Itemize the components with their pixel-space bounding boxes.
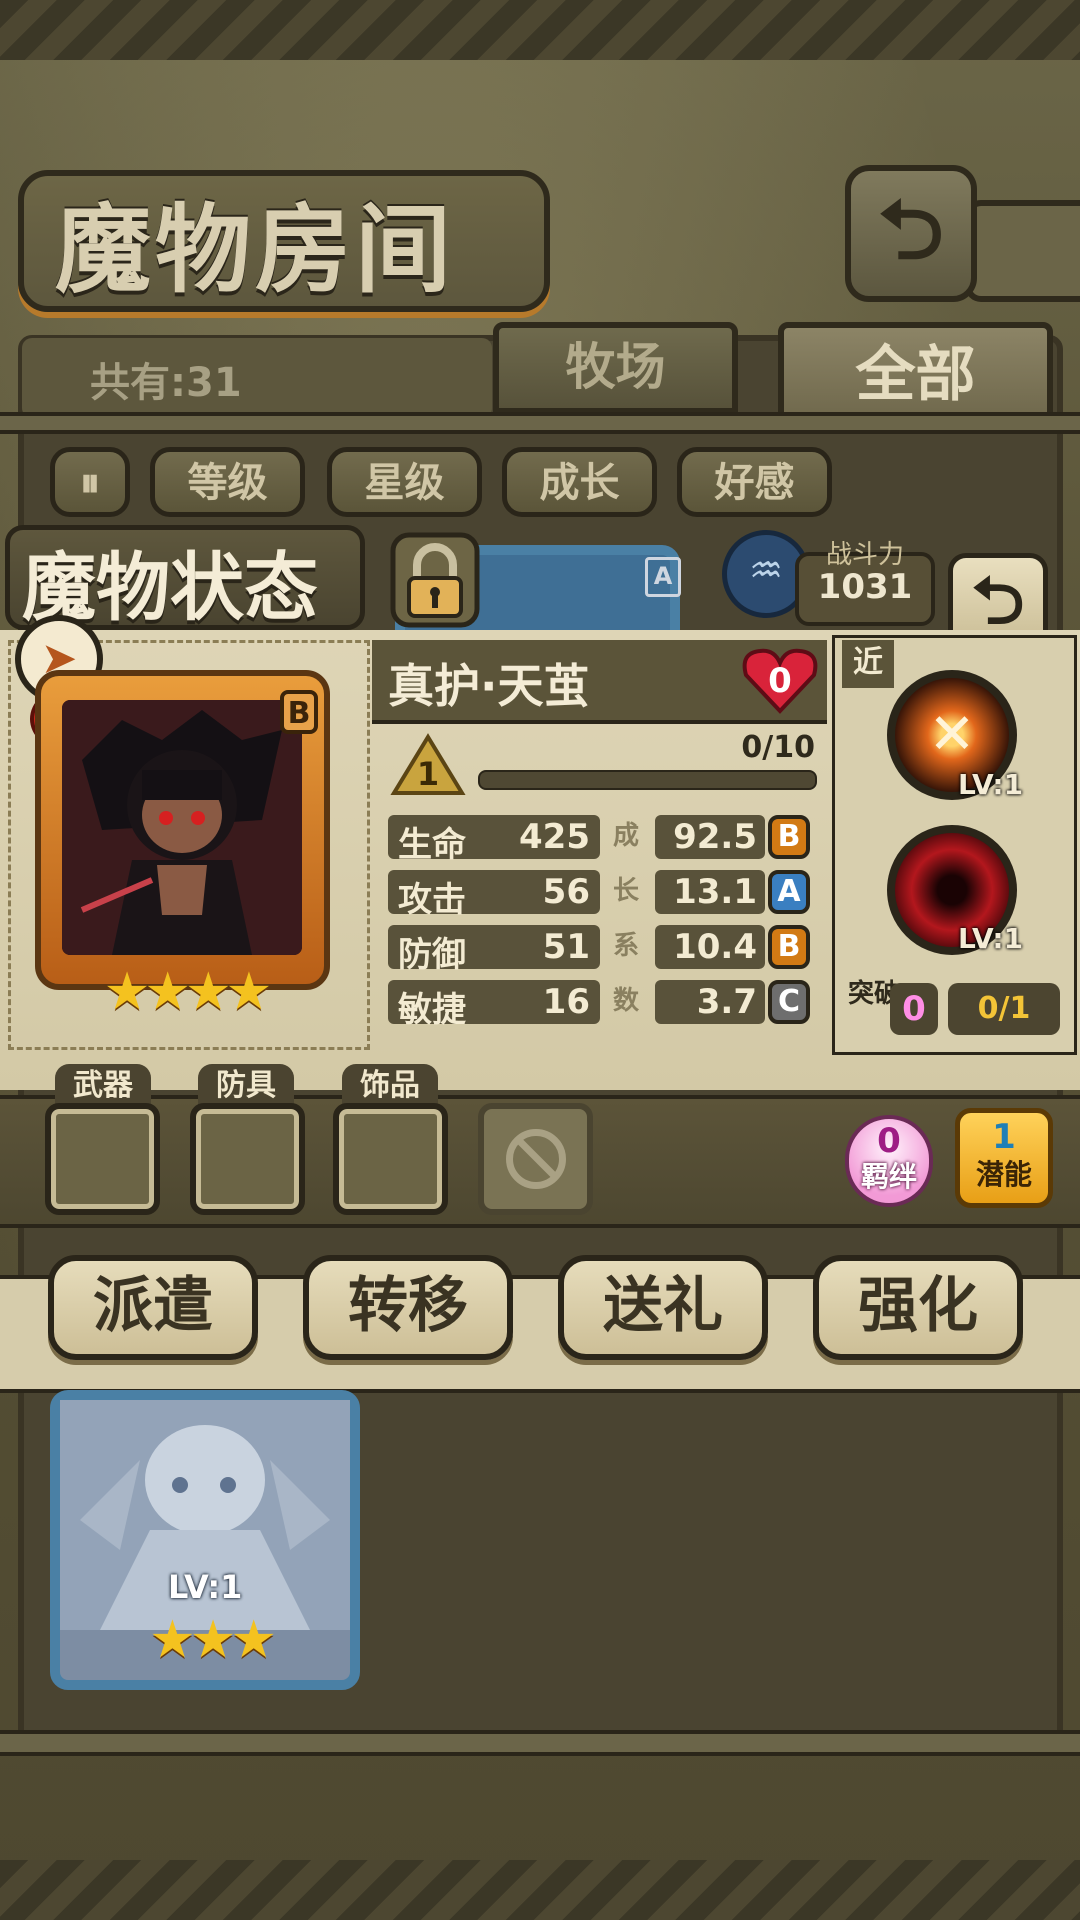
stat-label: 防御 [398,935,466,975]
weapon-slot-label: 武器 [55,1064,151,1108]
combat-power-box: 战斗力 1031 [795,540,935,626]
stat-label: 攻击 [398,880,466,920]
dispatch-button[interactable]: 派遣 [48,1255,258,1360]
transfer-button[interactable]: 转移 [303,1255,513,1360]
return-arrow-icon: ⮌ [971,562,1025,639]
sort-growth-button[interactable]: 成长 [502,447,657,517]
sort-order-button[interactable]: ⏸ [50,447,130,517]
top-border [0,0,1080,60]
growth-grade-badge: B [768,925,810,969]
board-bottom-rail [0,1730,1080,1756]
breakthrough-progress: 0/1 [948,983,1060,1035]
growth-value: 13.1 [655,870,765,914]
stat-value: 51 [542,927,590,967]
level-badge: 1 [390,733,466,795]
range-tag: 近 [842,640,894,688]
combat-power-value: 1031 [817,567,913,607]
star-icon: ★ [189,1610,237,1670]
potential-button[interactable]: 1 潜能 [955,1108,1053,1208]
forbidden-icon [506,1129,566,1189]
star-icon: ★ [144,962,191,1022]
bond-button[interactable]: 0 羁绊 [845,1115,933,1207]
potential-label: 潜能 [975,1158,1032,1191]
sort-star-button[interactable]: 星级 [327,447,482,517]
stat-row: 敏捷 16 [388,980,600,1030]
page-title: 魔物房间 [55,194,455,306]
star-icon: ★ [225,962,273,1022]
list-card-stars: ★★★ [140,1610,280,1670]
list-card-level: LV:1 [168,1568,243,1606]
growth-value: 3.7 [655,980,765,1024]
star-icon: ★ [149,1610,196,1670]
level-value: 1 [417,755,439,793]
return-arrow-icon: ⮌ [878,183,944,278]
growth-grade-badge: B [768,815,810,859]
stat-row: 生命 425 [388,815,600,865]
stat-value: 56 [542,872,590,912]
star-icon: ★ [185,962,232,1022]
tab-divider [0,412,1080,434]
locked-slot [478,1103,593,1215]
monster-name: 真护·天茧 [388,659,590,713]
stat-row: 防御 51 [388,925,600,975]
growth-grade-badge: A [768,870,810,914]
sort-affection-button[interactable]: 好感 [677,447,832,517]
bottom-border [0,1860,1080,1920]
growth-label-1: 成 [613,821,640,851]
back-button[interactable]: ⮌ [845,165,977,302]
lock-icon[interactable] [385,530,485,630]
growth-grade-badge: C [768,980,810,1024]
monster-portrait [62,700,302,955]
stat-label: 生命 [398,825,466,865]
exp-text: 0/10 [741,730,815,765]
combat-power-label: 战斗力 [825,540,904,570]
skill-level-1: LV:1 [958,768,1024,801]
armor-slot-label: 防具 [198,1064,294,1108]
gift-button[interactable]: 送礼 [558,1255,768,1360]
sort-level-button[interactable]: 等级 [150,447,305,517]
tab-all-label: 全部 [855,340,976,410]
stat-label: 敏捷 [398,990,466,1030]
potential-value: 1 [992,1117,1016,1157]
tab-ranch-label: 牧场 [565,338,666,396]
stat-value: 16 [542,982,590,1022]
tab-ranch[interactable]: 牧场 [493,322,738,414]
star-rating: ★★★★ [95,962,275,1022]
breakthrough-count: 0 [890,983,938,1035]
monster-artwork [62,700,302,955]
star-icon: ★ [103,962,151,1022]
growth-label-3: 系 [613,931,640,961]
skill-level-2: LV:1 [958,922,1024,955]
growth-value: 10.4 [655,925,765,969]
enhance-button[interactable]: 强化 [813,1255,1023,1360]
stat-value: 425 [519,817,590,857]
growth-label-4: 数 [613,986,640,1016]
stat-row: 攻击 56 [388,870,600,920]
heart-gem-icon: 0 [742,648,818,714]
sort-toggle-icon: ⏸ [80,460,100,506]
card-rank-badge: A [645,557,681,597]
weapon-slot[interactable] [45,1103,160,1215]
rarity-badge: B [280,690,318,734]
affection-value: 0 [768,661,792,701]
growth-label-2: 长 [613,876,640,906]
growth-value: 92.5 [655,815,765,859]
back-strip [965,200,1080,302]
armor-slot[interactable] [190,1103,305,1215]
monster-count: 共有:31 [90,360,242,406]
accessory-slot-label: 饰品 [342,1064,438,1108]
star-icon: ★ [230,1610,277,1670]
bond-label: 羁绊 [860,1160,917,1193]
exp-bar [478,770,817,790]
accessory-slot[interactable] [333,1103,448,1215]
